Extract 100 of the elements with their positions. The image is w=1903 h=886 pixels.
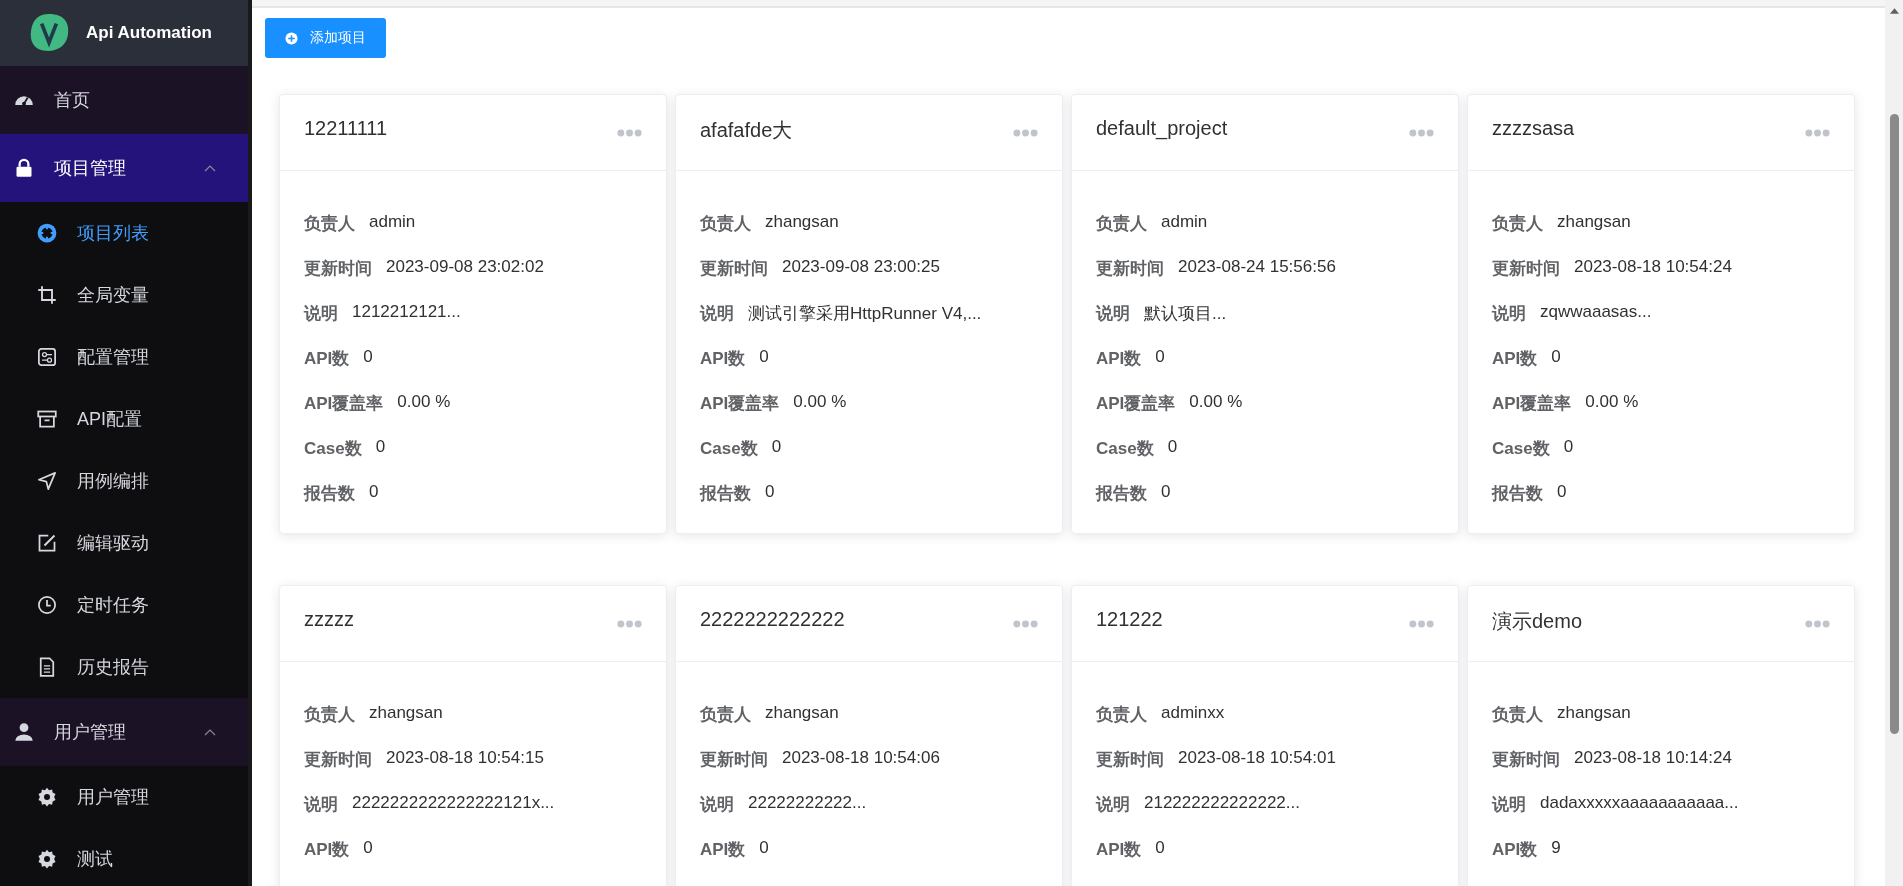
field-value: 0 — [369, 482, 379, 502]
field-label: Case数 — [1096, 438, 1154, 460]
field-label: 更新时间 — [700, 749, 768, 771]
field-label: 负责人 — [700, 704, 751, 726]
field-value: 0 — [759, 347, 769, 367]
project-name: 12211111 — [304, 117, 388, 140]
field-label: API数 — [1096, 348, 1142, 370]
field-value: 2023-08-18 10:54:01 — [1178, 748, 1336, 768]
field-label: API覆盖率 — [1492, 393, 1572, 415]
logo-icon — [28, 12, 70, 54]
field-value: 0 — [765, 482, 775, 502]
field-value: 2023-08-24 15:56:56 — [1178, 257, 1336, 277]
field-value: 0 — [1155, 347, 1165, 367]
field-value: adminxx — [1161, 703, 1225, 723]
menu-item[interactable]: 测试 — [0, 828, 248, 886]
field-label: API覆盖率 — [304, 393, 384, 415]
menu-item[interactable]: 编辑驱动 — [0, 512, 248, 574]
more-icon[interactable] — [1013, 129, 1038, 137]
field-value: 2023-09-08 23:02:02 — [386, 257, 544, 277]
field-value: zhangsan — [1557, 703, 1631, 723]
more-icon[interactable] — [1409, 620, 1434, 628]
field-label: 说明 — [1096, 303, 1130, 325]
field-value: 0 — [1563, 437, 1574, 457]
more-icon[interactable] — [617, 620, 642, 628]
field-label: 说明 — [304, 303, 338, 325]
field-value: 测试引擎采用HttpRunner V4,... — [748, 303, 982, 325]
clock-icon — [37, 595, 57, 615]
document-icon — [37, 657, 57, 677]
field-label: 负责人 — [700, 213, 751, 235]
project-name: zzzzsasa — [1492, 117, 1575, 140]
menu-item[interactable]: 用例编排 — [0, 450, 248, 512]
field-label: 报告数 — [700, 483, 751, 505]
field-label: Case数 — [700, 438, 758, 460]
app-title: Api Automation — [86, 23, 212, 43]
navigation-arrow-icon — [37, 471, 57, 491]
more-icon[interactable] — [1805, 129, 1830, 137]
field-label: API数 — [304, 839, 350, 861]
field-value: 2023-08-18 10:54:24 — [1574, 257, 1732, 277]
more-icon[interactable] — [617, 129, 642, 137]
edit-icon — [37, 533, 57, 553]
crop-icon — [37, 285, 57, 305]
field-value: zhangsan — [1557, 212, 1631, 232]
scrollbar-thumb[interactable] — [1889, 114, 1899, 734]
field-value: 0 — [1167, 437, 1178, 457]
settings-icon — [37, 849, 57, 869]
scrollbar[interactable] — [1885, 0, 1903, 886]
sliders-icon — [37, 347, 57, 367]
more-icon[interactable] — [1409, 129, 1434, 137]
menu-item[interactable]: API配置 — [0, 388, 248, 450]
scroll-up-arrow-icon[interactable] — [1889, 8, 1899, 14]
menu-item[interactable]: 项目列表 — [0, 202, 248, 264]
menu-item[interactable]: 用户管理 — [0, 766, 248, 828]
field-value: 2023-08-18 10:54:06 — [782, 748, 940, 768]
menu-group[interactable]: 项目管理 — [0, 134, 248, 202]
project-name: zzzzz — [304, 608, 354, 631]
project-name: 演示demo — [1492, 609, 1583, 634]
field-value: 9 — [1551, 838, 1561, 858]
project-name: 121222 — [1096, 608, 1163, 631]
menu-item[interactable]: 全局变量 — [0, 264, 248, 326]
project-name: afafafde大 — [700, 118, 793, 143]
menu-item[interactable]: 定时任务 — [0, 574, 248, 636]
field-label: 更新时间 — [1096, 258, 1164, 280]
field-label: 报告数 — [1096, 483, 1147, 505]
field-value: 0 — [363, 347, 373, 367]
more-icon[interactable] — [1805, 620, 1830, 628]
field-label: API数 — [700, 348, 746, 370]
field-label: 说明 — [1492, 794, 1526, 816]
field-label: 负责人 — [1492, 213, 1543, 235]
field-label: 更新时间 — [700, 258, 768, 280]
field-label: API数 — [700, 839, 746, 861]
field-label: 说明 — [700, 303, 734, 325]
field-value: 0.00 % — [1189, 392, 1243, 412]
menu-item[interactable]: 历史报告 — [0, 636, 248, 698]
chevron-icon — [204, 164, 216, 172]
field-label: Case数 — [304, 438, 362, 460]
field-value: 默认项目... — [1144, 303, 1227, 325]
field-value: 2023-09-08 23:00:25 — [782, 257, 940, 277]
field-value: 0 — [363, 838, 373, 858]
user-icon — [14, 722, 34, 742]
field-label: 更新时间 — [1492, 258, 1560, 280]
field-label: 更新时间 — [304, 749, 372, 771]
target-icon — [37, 223, 57, 243]
menu-item[interactable]: 首页 — [0, 66, 248, 134]
field-value: zhangsan — [765, 703, 839, 723]
field-label: 说明 — [304, 794, 338, 816]
menu-item[interactable]: 配置管理 — [0, 326, 248, 388]
menu-group[interactable]: 用户管理 — [0, 698, 248, 766]
chevron-icon — [204, 728, 216, 736]
field-label: API数 — [1096, 839, 1142, 861]
more-icon[interactable] — [1013, 620, 1038, 628]
field-label: 负责人 — [1492, 704, 1543, 726]
field-label: 负责人 — [1096, 213, 1147, 235]
field-value: 2023-08-18 10:14:24 — [1574, 748, 1732, 768]
archive-icon — [37, 409, 57, 429]
field-value: 2222222222222222121x... — [352, 793, 555, 813]
field-label: 负责人 — [304, 213, 355, 235]
field-value: 212222222222222... — [1144, 793, 1300, 813]
field-value: 22222222222... — [748, 793, 867, 813]
field-value: 0 — [771, 437, 782, 457]
field-value: zhangsan — [765, 212, 839, 232]
